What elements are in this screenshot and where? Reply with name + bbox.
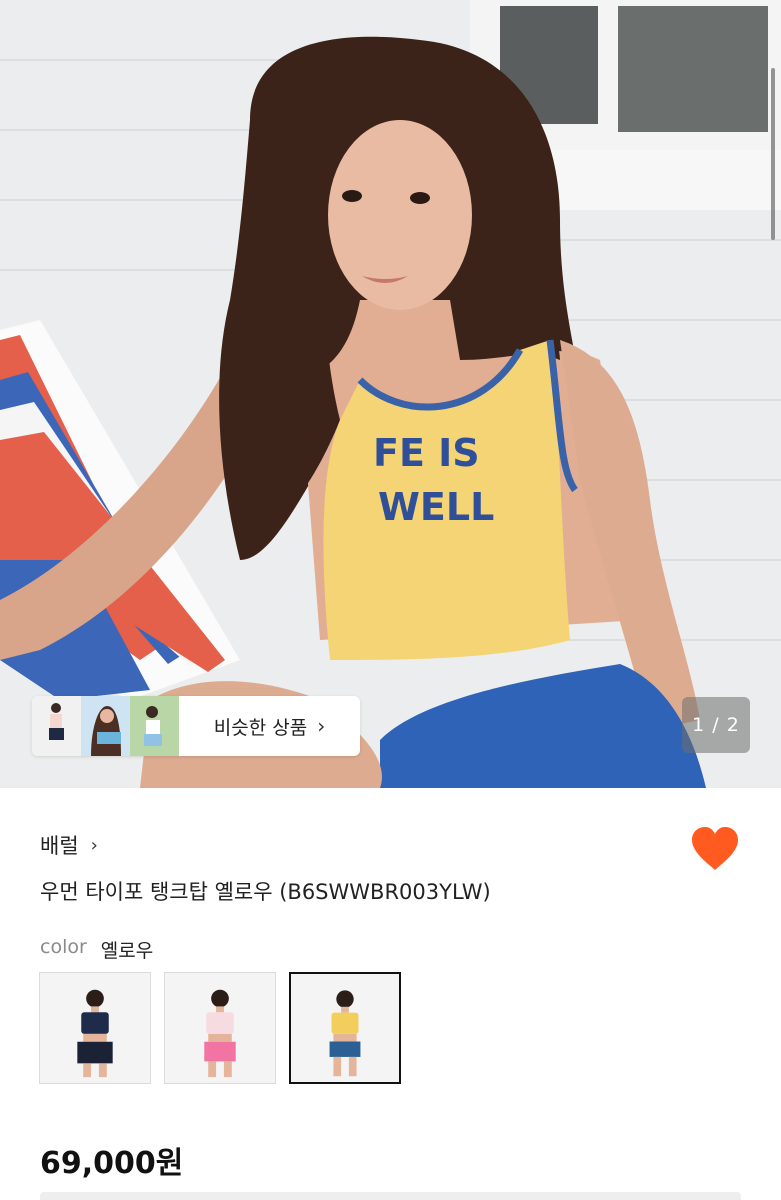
similar-products-button[interactable]: 비슷한 상품 › xyxy=(32,696,360,756)
shirt-print-line1: FE IS xyxy=(373,431,480,475)
brand-link[interactable]: 배럴 › xyxy=(40,830,98,860)
shirt-print-line2: WELL xyxy=(378,485,494,529)
similar-thumbnail xyxy=(32,696,81,756)
heart-icon[interactable] xyxy=(690,826,740,872)
similar-products-label: 비슷한 상품 xyxy=(213,716,308,739)
chevron-right-icon: › xyxy=(317,714,326,738)
chevron-right-icon: › xyxy=(90,834,98,856)
product-image-gallery[interactable]: FE IS WELL 비슷한 상품 › 1 / 2 xyxy=(0,0,781,788)
similar-thumbnail xyxy=(130,696,179,756)
image-counter: 1 / 2 xyxy=(682,697,750,753)
brand-name: 배럴 xyxy=(40,834,79,858)
product-price: 69,000원 xyxy=(40,1146,184,1181)
product-photo: FE IS WELL xyxy=(0,0,781,788)
color-swatches xyxy=(39,972,401,1084)
color-swatch-navy[interactable] xyxy=(39,972,151,1084)
color-label: color xyxy=(40,936,87,958)
color-option-row: color 옐로우 xyxy=(40,936,153,963)
bottom-bar-edge xyxy=(40,1192,741,1200)
selected-color: 옐로우 xyxy=(100,940,154,962)
color-swatch-pink[interactable] xyxy=(164,972,276,1084)
color-swatch-yellow[interactable] xyxy=(289,972,401,1084)
scroll-indicator[interactable] xyxy=(771,68,775,240)
similar-thumbnail xyxy=(81,696,130,756)
similar-thumbnails xyxy=(32,696,179,756)
product-title: 우먼 타이포 탱크탑 옐로우 (B6SWWBR003YLW) xyxy=(40,880,491,904)
